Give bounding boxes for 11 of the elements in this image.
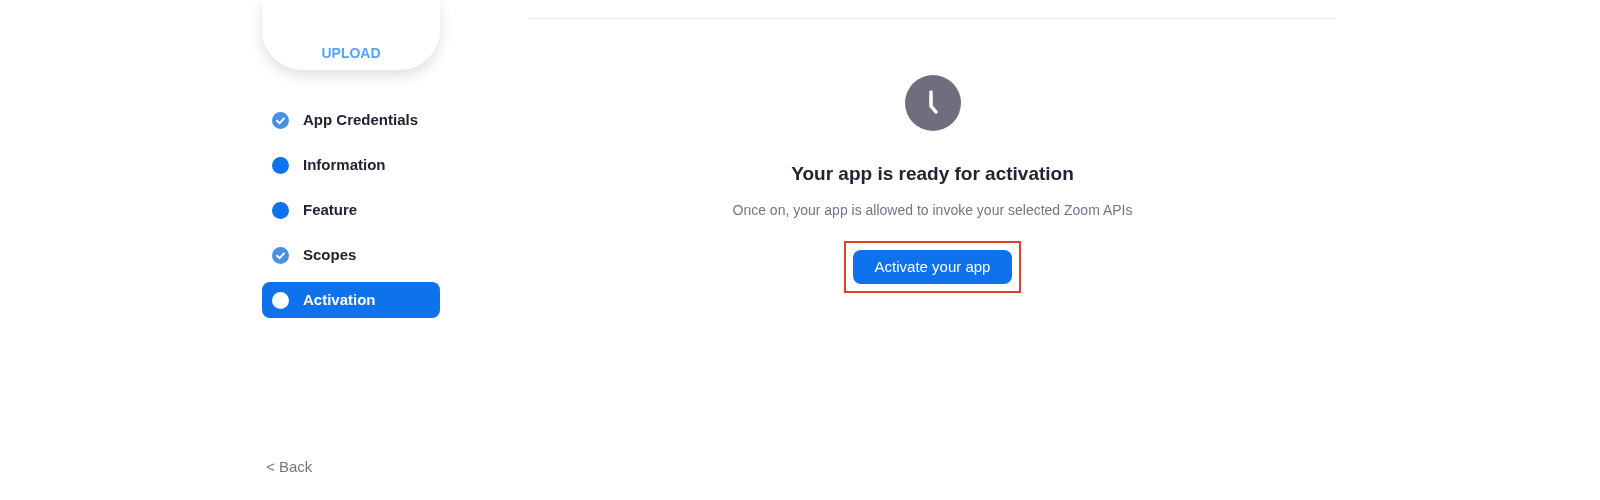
step-item[interactable]: Feature [262,192,440,228]
step-item[interactable]: Information [262,147,440,183]
activate-button[interactable]: Activate your app [852,249,1013,285]
step-item[interactable]: Scopes [262,237,440,273]
upload-label: UPLOAD [321,44,381,63]
clock-icon [904,75,961,131]
activation-title: Your app is ready for activation [791,163,1074,186]
activation-description: Once on, your app is allowed to invoke your selected Zoom APIs [732,200,1133,220]
step-item[interactable]: App Credentials [262,102,440,138]
back-link[interactable]: < Back [262,455,313,478]
step-item[interactable]: Activation [262,282,440,318]
